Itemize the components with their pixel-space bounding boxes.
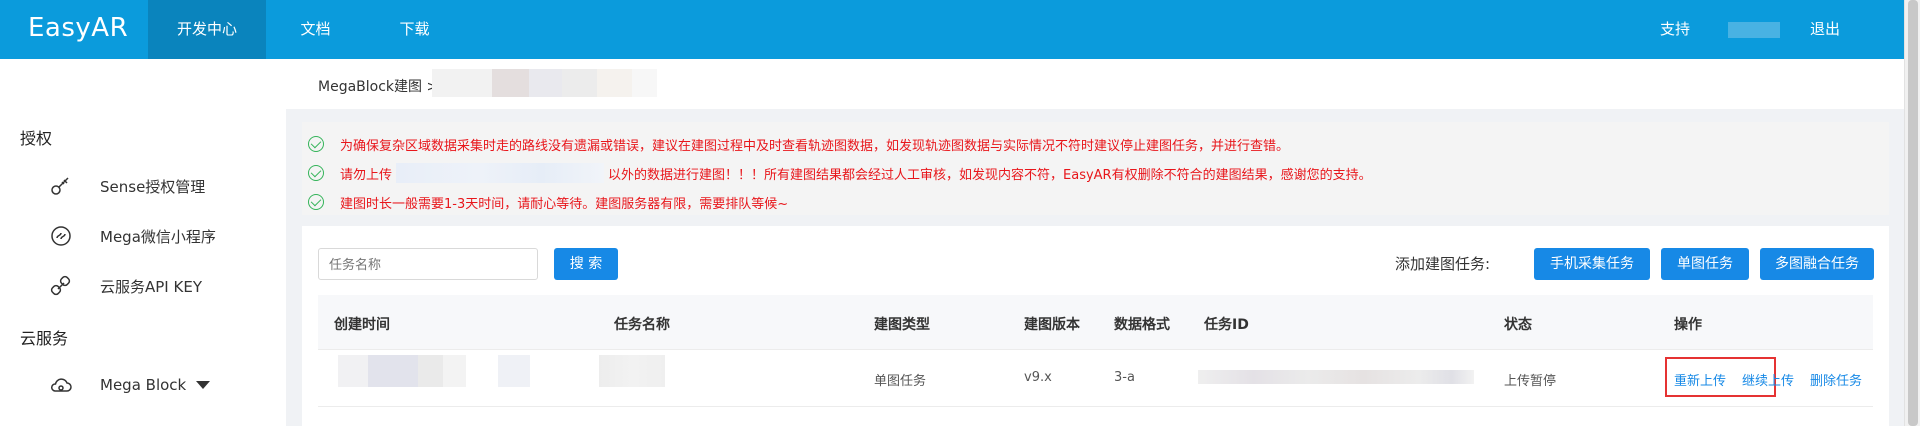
mobile-capture-task-button[interactable]: 手机采集任务 [1534,248,1650,280]
task-id-redacted [1198,370,1474,384]
reupload-link[interactable]: 重新上传 [1674,370,1726,389]
nav-developer-center[interactable]: 开发中心 [148,0,266,59]
col-build-version: 建图版本 [1024,317,1080,333]
notice-line: 为确保复杂区域数据采集时走的路线没有遗漏或错误，建议在建图过程中及时查看轨迹图数… [308,134,1289,154]
user-name-redacted[interactable] [1728,22,1780,38]
sidebar-item-label: 云服务API KEY [100,277,202,296]
notice-text: 请勿上传 [340,167,393,183]
notice-text: 建图时长一般需要1-3天时间，请耐心等待。建图服务器有限，需要排队等候~ [340,196,789,212]
cell-status: 上传暂停 [1504,374,1557,389]
nav-docs[interactable]: 文档 [283,0,348,59]
main-content: MegaBlock建图 > 为确保复杂区域数据采集时走的路线没有遗漏或错误，建议… [286,59,1904,426]
multi-image-fusion-task-button[interactable]: 多图融合任务 [1760,248,1874,280]
sidebar-item-label: Mega Block [100,376,187,394]
easyar-logo[interactable]: EasyAR [28,13,128,43]
breadcrumb-current-redacted [432,69,657,97]
sidebar-group-cloud: 云服务 [20,329,69,348]
sidebar-item-label: Sense授权管理 [100,177,206,196]
sidebar-item-cloud-api-key[interactable]: 云服务API KEY [48,274,202,298]
table-row: 单图任务 v9.x 3-a 上传暂停 重新上传 继续上传 删除任务 [318,350,1873,407]
task-name-redacted [599,355,665,387]
col-data-format: 数据格式 [1114,317,1170,333]
created-time-redacted [498,355,530,387]
col-created-time: 创建时间 [334,317,390,333]
created-time-redacted [338,355,466,387]
breadcrumb: MegaBlock建图 > [286,59,1904,109]
sidebar-item-sense-license[interactable]: Sense授权管理 [48,174,205,198]
check-circle-icon [308,165,324,181]
sidebar-item-mega-block[interactable]: Mega Block [48,373,211,397]
continue-upload-link[interactable]: 继续上传 [1742,370,1794,389]
sidebar-item-label: Mega微信小程序 [100,227,216,246]
notice-text: 为确保复杂区域数据采集时走的路线没有遗漏或错误，建议在建图过程中及时查看轨迹图数… [340,138,1290,154]
scrollbar-thumb[interactable] [1908,0,1918,426]
task-panel: 搜 索 添加建图任务: 手机采集任务 单图任务 多图融合任务 创建时间 任务名称… [302,226,1889,426]
link-key-icon [48,274,74,298]
task-name-search-input[interactable] [318,248,538,280]
cell-data-format: 3-a [1114,370,1135,385]
top-navigation-bar: EasyAR 开发中心 文档 下载 支持 退出 [0,0,1904,59]
nav-download[interactable]: 下载 [382,0,447,59]
notice-text: 以外的数据进行建图！！！所有建图结果都会经过人工审核，如发现内容不符，EasyA… [608,167,1372,183]
check-circle-icon [308,194,324,210]
notice-line: 建图时长一般需要1-3天时间，请耐心等待。建图服务器有限，需要排队等候~ [308,192,788,212]
check-circle-icon [308,136,324,152]
delete-task-link[interactable]: 删除任务 [1810,370,1862,389]
single-image-task-button[interactable]: 单图任务 [1661,248,1749,280]
breadcrumb-root[interactable]: MegaBlock建图 > [318,76,438,96]
col-task-name: 任务名称 [614,317,670,333]
cell-build-version: v9.x [1024,370,1052,385]
table-header: 创建时间 任务名称 建图类型 建图版本 数据格式 任务ID 状态 操作 [318,295,1873,350]
add-task-label: 添加建图任务: [1395,255,1491,273]
notice-line: 请勿上传 以外的数据进行建图！！！所有建图结果都会经过人工审核，如发现内容不符，… [308,163,1372,183]
notice-panel: 为确保复杂区域数据采集时走的路线没有遗漏或错误，建议在建图过程中及时查看轨迹图数… [302,122,1889,215]
cell-build-type: 单图任务 [874,374,927,389]
search-button[interactable]: 搜 索 [554,248,618,280]
logout-link[interactable]: 退出 [1810,0,1840,59]
chevron-down-icon [196,381,211,389]
sidebar: 授权 Sense授权管理 Mega微信小程序 云服务API KEY 云服务 Me… [0,59,286,426]
col-build-type: 建图类型 [874,317,930,333]
key-icon [48,174,74,198]
mini-program-icon [48,224,74,248]
vertical-scrollbar[interactable] [1904,0,1920,426]
col-actions: 操作 [1674,317,1702,333]
sidebar-group-auth: 授权 [20,129,53,148]
sidebar-item-mega-wechat[interactable]: Mega微信小程序 [48,224,216,248]
redacted-text [396,163,605,183]
cloud-icon [48,373,74,397]
col-task-id: 任务ID [1204,317,1249,333]
col-status: 状态 [1504,317,1532,333]
support-link[interactable]: 支持 [1660,0,1690,59]
